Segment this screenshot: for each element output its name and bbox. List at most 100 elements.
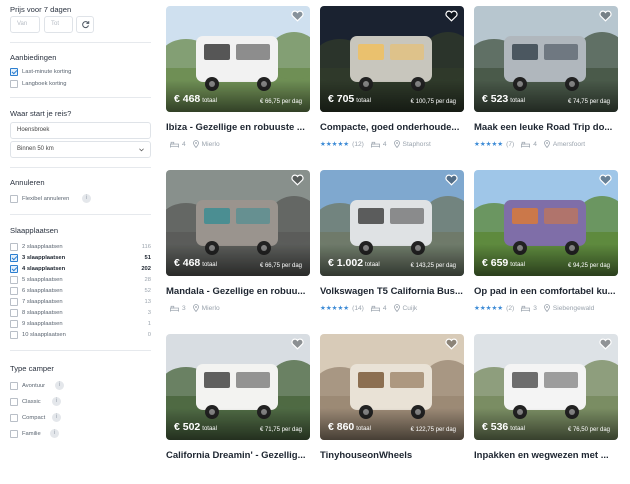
listing-photo[interactable]: € 502 totaal € 71,75 per dag — [166, 334, 310, 440]
berth-checkbox[interactable] — [10, 320, 18, 328]
listing-photo[interactable]: € 468 totaal € 66,75 per dag — [166, 170, 310, 276]
camper-type-title: Type camper — [10, 364, 54, 373]
berth-checkbox[interactable] — [10, 298, 18, 306]
city: Amersfoort — [552, 140, 586, 148]
berth-checkbox[interactable] — [10, 287, 18, 295]
reset-price-button[interactable] — [76, 16, 94, 33]
berth-label: 9 slaapplaatsen — [22, 321, 63, 327]
listing-title[interactable]: TinyhouseonWheels — [320, 450, 464, 461]
heart-icon[interactable] — [599, 174, 612, 186]
heart-icon[interactable] — [291, 10, 304, 22]
divider — [10, 350, 151, 351]
camper-type-checkbox[interactable] — [10, 430, 18, 438]
info-icon[interactable]: i — [52, 413, 61, 422]
sleeps-count: 4 — [382, 140, 387, 148]
listing-card[interactable]: € 659 totaal € 94,25 per dag Op pad in ee… — [474, 170, 618, 320]
info-icon[interactable]: i — [52, 397, 61, 406]
total-price: € 502 totaal — [174, 417, 217, 435]
rating-stars: ★★★★★ — [474, 141, 504, 148]
listing-title[interactable]: Compacte, goed onderhoude... — [320, 122, 464, 133]
camper-type-checkbox[interactable] — [10, 398, 18, 406]
camper-type-checkbox[interactable] — [10, 382, 18, 390]
berth-count: 51 — [144, 255, 151, 261]
berth-count: 13 — [144, 299, 151, 305]
berth-checkbox[interactable] — [10, 265, 18, 273]
divider — [10, 97, 151, 98]
listing-photo[interactable]: € 860 totaal € 122,75 per dag — [320, 334, 464, 440]
price-max-input[interactable]: Tot — [44, 16, 73, 33]
flexible-cancel-checkbox[interactable] — [10, 195, 18, 203]
listing-photo[interactable]: € 468 totaal € 66,75 per dag — [166, 6, 310, 112]
radius-select-value: Binnen 50 km — [17, 146, 54, 152]
listing-photo[interactable]: € 659 totaal € 94,25 per dag — [474, 170, 618, 276]
total-price: € 523 totaal — [482, 89, 525, 107]
listing-title[interactable]: Inpakken en wegwezen met ... — [474, 450, 618, 461]
price-filter-title: Prijs voor 7 dagen — [10, 5, 72, 14]
listing-meta: ★★★★★ (7) 4 Amersfoort — [474, 140, 585, 148]
heart-icon[interactable] — [445, 174, 458, 186]
price-per-day: € 94,25 per dag — [567, 263, 610, 269]
camper-type-label: Familie — [22, 431, 41, 437]
review-count: (7) — [506, 140, 515, 148]
berth-count: 52 — [144, 288, 151, 294]
berth-checkbox[interactable] — [10, 254, 18, 262]
berth-label: 3 slaapplaatsen — [22, 255, 66, 261]
berth-count: 202 — [141, 266, 151, 272]
sleeps-count: 3 — [182, 304, 186, 312]
location-pin-icon — [543, 140, 550, 148]
listing-card[interactable]: € 1.002 totaal € 143,25 per dag Volkswage… — [320, 170, 464, 320]
info-icon[interactable]: i — [50, 429, 59, 438]
listing-title[interactable]: California Dreamin' - Gezellig... — [166, 450, 310, 461]
listing-title[interactable]: Maak een leuke Road Trip do... — [474, 122, 618, 133]
listing-card[interactable]: € 523 totaal € 74,75 per dag Maak een leu… — [474, 6, 618, 156]
long-booking-checkbox[interactable] — [10, 80, 18, 88]
info-icon[interactable]: i — [82, 194, 91, 203]
cancel-title: Annuleren — [10, 178, 45, 187]
heart-icon[interactable] — [445, 338, 458, 350]
berth-label: 6 slaapplaatsen — [22, 288, 63, 294]
price-total-label: totaal — [202, 262, 217, 268]
divider — [10, 42, 151, 43]
bed-icon — [521, 305, 531, 312]
refresh-icon — [81, 21, 89, 29]
berth-count: 1 — [147, 321, 151, 327]
listing-title[interactable]: Mandala - Gezellige en robuu... — [166, 286, 310, 297]
berth-checkbox[interactable] — [10, 243, 18, 251]
total-price: € 536 totaal — [482, 417, 525, 435]
berth-checkbox[interactable] — [10, 276, 18, 284]
listing-photo[interactable]: € 536 totaal € 76,50 per dag — [474, 334, 618, 440]
heart-icon[interactable] — [599, 338, 612, 350]
info-icon[interactable]: i — [55, 381, 64, 390]
listing-title[interactable]: Op pad in een comfortabel ku... — [474, 286, 618, 297]
bed-icon — [370, 305, 380, 312]
price-per-day: € 143,25 per dag — [410, 263, 456, 269]
radius-select[interactable]: Binnen 50 km — [10, 141, 151, 158]
rating-stars: ★★★★★ — [320, 305, 350, 312]
berth-count: 3 — [147, 310, 151, 316]
listing-photo[interactable]: € 705 totaal € 100,75 per dag — [320, 6, 464, 112]
price-amount: € 468 — [174, 93, 201, 105]
listing-photo[interactable]: € 1.002 totaal € 143,25 per dag — [320, 170, 464, 276]
listing-title[interactable]: Ibiza - Gezellige en robuuste ... — [166, 122, 310, 133]
listing-card[interactable]: € 705 totaal € 100,75 per dag Compacte, g… — [320, 6, 464, 156]
listing-card[interactable]: € 468 totaal € 66,75 per dag Mandala - Ge… — [166, 170, 310, 320]
price-total-label: totaal — [356, 98, 371, 104]
location-input[interactable]: Hoensbroek — [10, 122, 151, 139]
total-price: € 860 totaal — [328, 417, 371, 435]
listing-card[interactable]: € 468 totaal € 66,75 per dag Ibiza - Geze… — [166, 6, 310, 156]
heart-icon[interactable] — [291, 338, 304, 350]
listing-photo[interactable]: € 523 totaal € 74,75 per dag — [474, 6, 618, 112]
berth-checkbox[interactable] — [10, 331, 18, 339]
listing-meta: ★★★★★ (2) 3 Siebengewald — [474, 304, 594, 312]
price-total-label: totaal — [356, 426, 371, 432]
berth-checkbox[interactable] — [10, 309, 18, 317]
last-minute-checkbox[interactable] — [10, 68, 18, 76]
heart-icon[interactable] — [445, 10, 458, 22]
price-min-input[interactable]: Van — [10, 16, 40, 33]
listing-title[interactable]: Volkswagen T5 California Bus... — [320, 286, 464, 297]
camper-type-checkbox[interactable] — [10, 414, 18, 422]
heart-icon[interactable] — [291, 174, 304, 186]
price-total-label: totaal — [365, 262, 380, 268]
sleeps-count: 4 — [382, 304, 387, 312]
heart-icon[interactable] — [599, 10, 612, 22]
